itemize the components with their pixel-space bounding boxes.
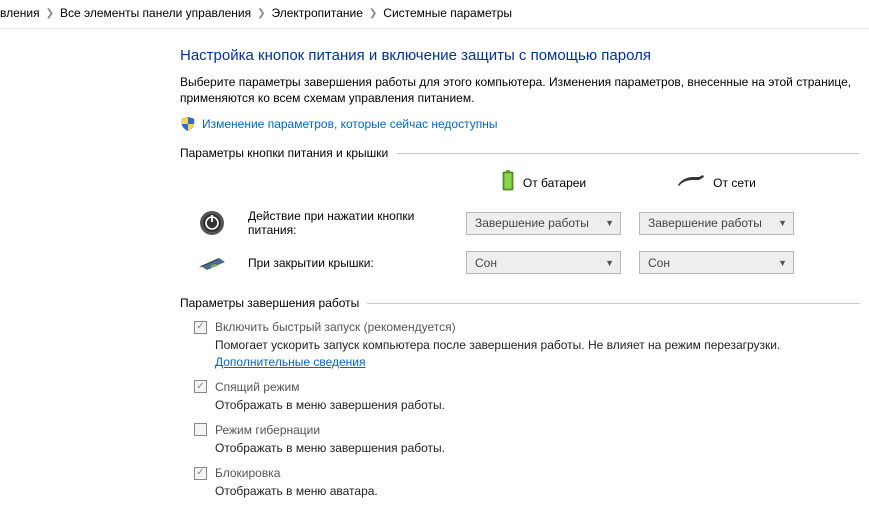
section-title: Параметры завершения работы xyxy=(180,296,359,310)
checkbox-desc: Отображать в меню аватара. xyxy=(215,483,860,499)
section-power-lid: Параметры кнопки питания и крышки xyxy=(180,146,860,160)
power-grid: От батареи От сети Действие при нажатии … xyxy=(194,170,860,274)
battery-icon xyxy=(501,170,515,195)
dropdown-value: Завершение работы xyxy=(648,216,762,230)
divider xyxy=(367,303,860,304)
more-info-link[interactable]: Дополнительные сведения xyxy=(215,355,365,369)
breadcrumb-item-1[interactable]: Все элементы панели управления xyxy=(60,6,251,20)
checkbox-desc: Помогает ускорить запуск компьютера посл… xyxy=(215,337,860,369)
chevron-down-icon: ▼ xyxy=(605,258,614,268)
checkbox-lock: ✓ Блокировка Отображать в меню аватара. xyxy=(194,466,860,499)
chevron-right-icon: ❯ xyxy=(257,8,265,19)
admin-change-link[interactable]: Изменение параметров, которые сейчас нед… xyxy=(202,117,498,131)
divider xyxy=(396,153,860,154)
dropdown-value: Завершение работы xyxy=(475,216,589,230)
chevron-right-icon: ❯ xyxy=(369,8,377,19)
checkbox-icon[interactable]: ✓ xyxy=(194,321,207,334)
page-title: Настройка кнопок питания и включение защ… xyxy=(180,47,860,64)
section-title: Параметры кнопки питания и крышки xyxy=(180,146,388,160)
checkbox-list: ✓ Включить быстрый запуск (рекомендуется… xyxy=(194,320,860,499)
row-lid-label: При закрытии крышки: xyxy=(248,256,448,270)
dropdown-power-battery[interactable]: Завершение работы ▼ xyxy=(466,212,621,235)
dropdown-value: Сон xyxy=(475,256,497,270)
admin-link-row[interactable]: Изменение параметров, которые сейчас нед… xyxy=(180,116,860,132)
checkbox-icon[interactable]: ✓ xyxy=(194,467,207,480)
checkbox-label: Спящий режим xyxy=(215,380,299,394)
dropdown-lid-ac[interactable]: Сон ▼ xyxy=(639,251,794,274)
chevron-right-icon: ❯ xyxy=(46,8,54,19)
content-panel: Настройка кнопок питания и включение защ… xyxy=(180,47,860,499)
plug-icon xyxy=(677,174,705,191)
chevron-down-icon: ▼ xyxy=(605,218,614,228)
checkbox-desc: Отображать в меню завершения работы. xyxy=(215,397,860,413)
column-battery: От батареи xyxy=(466,170,621,195)
breadcrumb-item-0[interactable]: вления xyxy=(0,6,40,20)
dropdown-value: Сон xyxy=(648,256,670,270)
checkbox-icon[interactable]: ✓ xyxy=(194,380,207,393)
checkbox-desc: Отображать в меню завершения работы. xyxy=(215,440,860,456)
checkbox-icon[interactable] xyxy=(194,423,207,436)
breadcrumb-item-3[interactable]: Системные параметры xyxy=(383,6,512,20)
shield-icon xyxy=(180,116,196,132)
dropdown-lid-battery[interactable]: Сон ▼ xyxy=(466,251,621,274)
dropdown-power-ac[interactable]: Завершение работы ▼ xyxy=(639,212,794,235)
checkbox-label: Режим гибернации xyxy=(215,423,320,437)
chevron-down-icon: ▼ xyxy=(778,258,787,268)
checkbox-label: Блокировка xyxy=(215,466,280,480)
breadcrumb: вления ❯ Все элементы панели управления … xyxy=(0,0,869,29)
checkbox-fast-startup: ✓ Включить быстрый запуск (рекомендуется… xyxy=(194,320,860,369)
page-subtitle: Выберите параметры завершения работы для… xyxy=(180,74,860,106)
breadcrumb-item-2[interactable]: Электропитание xyxy=(272,6,363,20)
checkbox-hibernate: Режим гибернации Отображать в меню завер… xyxy=(194,423,860,456)
section-shutdown: Параметры завершения работы xyxy=(180,296,860,310)
lid-icon xyxy=(194,252,230,274)
row-power-button-label: Действие при нажатии кнопки питания: xyxy=(248,209,448,237)
column-ac-label: От сети xyxy=(713,176,756,190)
chevron-down-icon: ▼ xyxy=(778,218,787,228)
power-button-icon xyxy=(194,210,230,236)
column-ac: От сети xyxy=(639,174,794,191)
checkbox-sleep: ✓ Спящий режим Отображать в меню заверше… xyxy=(194,380,860,413)
column-battery-label: От батареи xyxy=(523,176,586,190)
checkbox-label: Включить быстрый запуск (рекомендуется) xyxy=(215,320,456,334)
